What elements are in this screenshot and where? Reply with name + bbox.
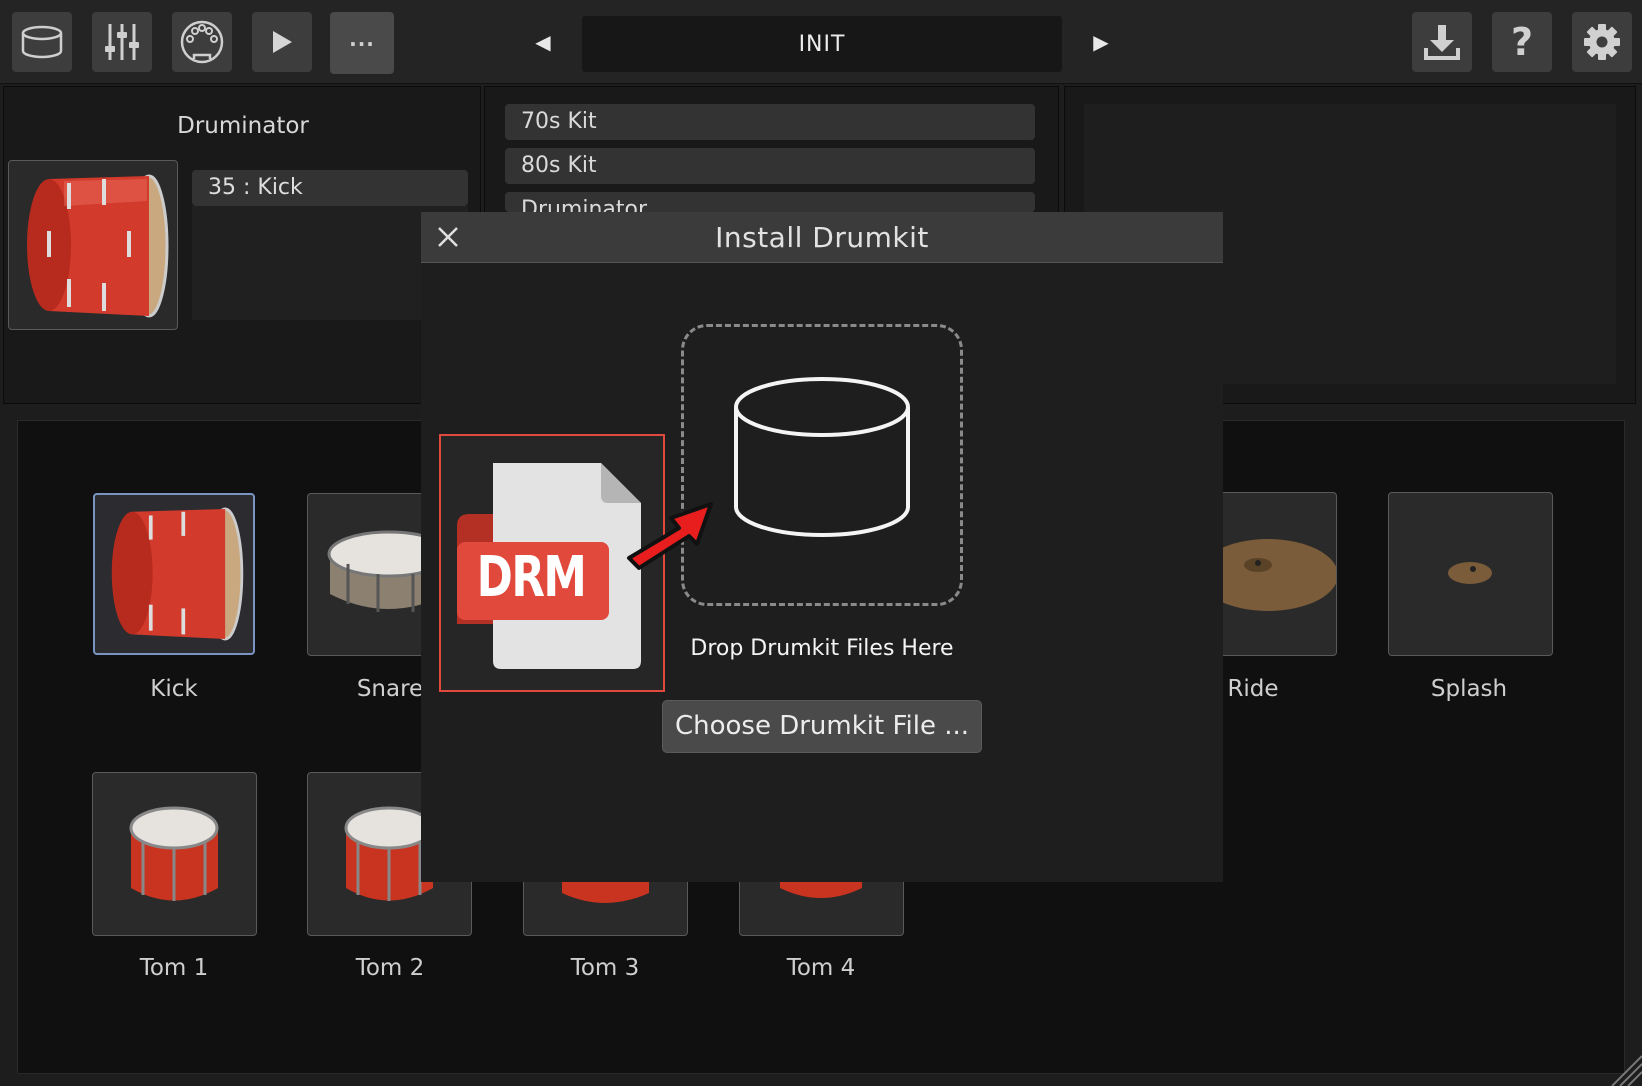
tom-drum-image [129,806,219,901]
install-button[interactable] [1412,12,1472,72]
drop-zone[interactable] [681,324,963,606]
kick-drum-image [111,507,244,641]
choose-file-button[interactable]: Choose Drumkit File ... [662,700,982,753]
dialog-title: Install Drumkit [715,221,929,254]
mixer-sliders-icon [105,24,139,60]
kit-list-item[interactable]: 80s Kit [505,148,1035,184]
dialog-header: Install Drumkit [421,212,1223,263]
kit-list-item[interactable]: 70s Kit [505,104,1035,140]
previous-preset-button[interactable]: ◀ [528,26,558,58]
triangle-left-icon: ◀ [535,30,551,54]
play-button[interactable] [252,12,312,72]
help-button[interactable]: ? [1492,12,1552,72]
more-button[interactable]: ... [330,12,394,74]
drag-arrow-icon [627,502,713,570]
drum-icon [734,377,910,537]
kit-name: Druminator [177,113,309,139]
drum-pad-splash[interactable] [1388,492,1553,656]
drum-pad-label: Kick [150,676,198,702]
next-preset-button[interactable]: ▶ [1086,26,1116,58]
drum-pad-label: Splash [1430,676,1508,702]
resize-grip-icon[interactable] [1606,1050,1642,1086]
play-icon [273,31,292,53]
install-drumkit-dialog: Install Drumkit DRM Drop Drumkit Files H… [421,212,1223,882]
splash-cymbal-image [1448,562,1492,584]
help-icon: ? [1510,20,1534,64]
note-mapping-field[interactable]: 35 : Kick [192,170,468,206]
midi-port-icon [180,20,224,64]
preset-name-display[interactable]: INIT [582,16,1062,72]
selected-drum-thumbnail [8,160,178,330]
more-label: ... [349,27,375,51]
triangle-right-icon: ▶ [1093,30,1109,54]
drum-pad-label: Tom 3 [570,955,640,981]
settings-button[interactable] [1572,12,1632,72]
close-button[interactable] [433,222,463,252]
kit-list-item[interactable]: Druminator [505,192,1035,212]
download-icon [1424,25,1460,60]
close-icon [438,227,458,247]
midi-view-button[interactable] [172,12,232,72]
drum-pad-kick[interactable] [93,493,255,655]
drop-instructions: Drop Drumkit Files Here [690,636,954,661]
file-badge: DRM [476,544,587,610]
drum-pad-label: Tom 2 [355,955,425,981]
drumkit-view-button[interactable] [12,12,72,72]
preset-name: INIT [798,31,846,57]
drum-pad-label: Tom 4 [786,955,856,981]
drum-icon [21,25,63,59]
gear-icon [1584,24,1620,60]
toolbar: ... ◀ INIT ▶ ? [0,0,1642,84]
drum-pad-label: Tom 1 [139,955,209,981]
kick-drum-image [27,174,169,318]
mixer-view-button[interactable] [92,12,152,72]
drum-pad-tom-1[interactable] [92,772,257,936]
